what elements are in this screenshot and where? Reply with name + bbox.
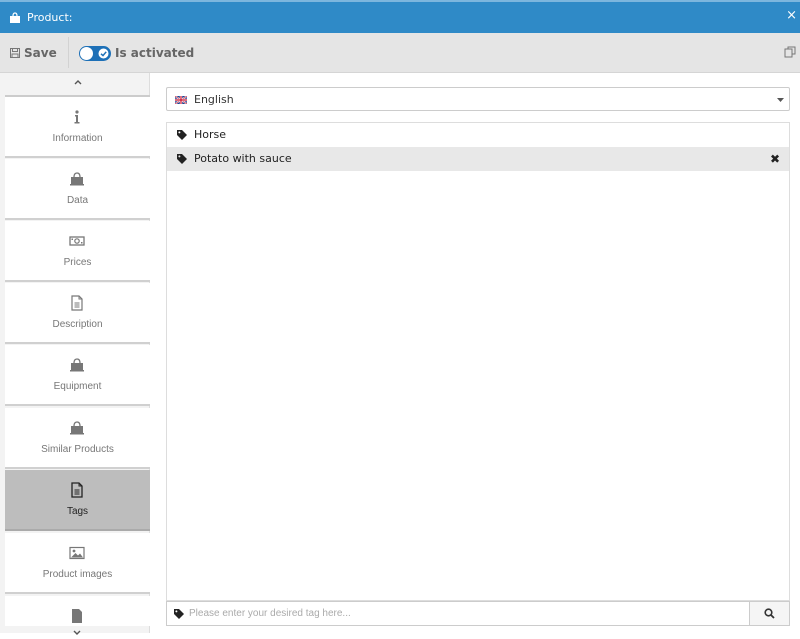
info-icon [74,110,80,124]
tag-list-item[interactable]: Potato with sauce ✖ [167,147,789,171]
sidebar-item-label: Similar Products [41,444,114,455]
sidebar-item-label: Equipment [53,381,102,392]
sidebar-item-tags[interactable]: Tags [5,470,150,531]
tag-input-group [166,601,790,626]
search-icon [764,608,775,619]
tag-label: Potato with sauce [194,152,292,165]
shopping-bag-icon [70,358,84,372]
sidebar-item-information[interactable]: Information [5,97,150,158]
sidebar-item-equipment[interactable]: Equipment [5,345,150,406]
remove-tag-icon[interactable]: ✖ [770,152,780,166]
tag-list-item[interactable]: Horse [167,123,789,147]
sidebar-item-label: Prices [63,257,92,268]
document-icon [72,609,82,623]
search-button[interactable] [749,602,789,625]
sidebar-item-description[interactable]: Description [5,283,150,344]
is-activated-toggle[interactable] [79,46,111,61]
caret-down-icon [777,98,784,102]
sidebar: Information Data Prices Description Equi… [0,73,150,635]
document-icon [71,295,83,311]
sidebar-item-prices[interactable]: Prices [5,221,150,282]
tag-input[interactable] [189,604,744,623]
copy-icon[interactable] [784,46,796,58]
window-titlebar: Product: × [0,0,800,33]
sidebar-item-label: Description [52,319,103,330]
sidebar-item-data[interactable]: Data [5,159,150,220]
toolbar-divider [68,37,69,68]
chevron-down-icon [73,630,81,635]
uk-flag-icon [175,96,187,104]
language-select[interactable]: English [166,87,790,111]
sidebar-item-label: Data [66,195,89,206]
shopping-bag-icon [70,421,84,435]
sidebar-item-label: Tags [66,506,89,517]
tag-icon [177,154,187,164]
save-label: Save [24,46,57,60]
money-icon [69,236,85,246]
shopping-bag-icon [10,12,20,23]
sidebar-item-label: Product images [42,569,113,580]
language-value: English [194,93,234,106]
toggle-knob [80,47,93,60]
sidebar-scroll-down[interactable] [5,625,150,635]
is-activated-label: Is activated [115,46,195,60]
chevron-up-icon [74,80,82,85]
check-icon [98,48,109,59]
window-title: Product: [27,11,73,24]
toolbar: Save Is activated [0,33,800,73]
sidebar-item-similar-products[interactable]: Similar Products [5,408,150,469]
tag-label: Horse [194,128,227,141]
sidebar-item-label: Information [52,133,103,144]
image-icon [69,546,85,560]
sidebar-item-product-images[interactable]: Product images [5,533,150,594]
close-icon[interactable]: × [786,8,797,23]
tag-icon [174,609,184,619]
tag-icon [177,130,187,140]
sidebar-scroll-up[interactable] [5,73,150,97]
tag-list: Horse Potato with sauce ✖ [166,122,790,601]
shopping-bag-icon [70,172,84,186]
document-icon [71,482,83,498]
sidebar-item-partial[interactable] [5,596,150,626]
save-button[interactable]: Save [10,46,57,60]
floppy-icon [10,48,20,58]
